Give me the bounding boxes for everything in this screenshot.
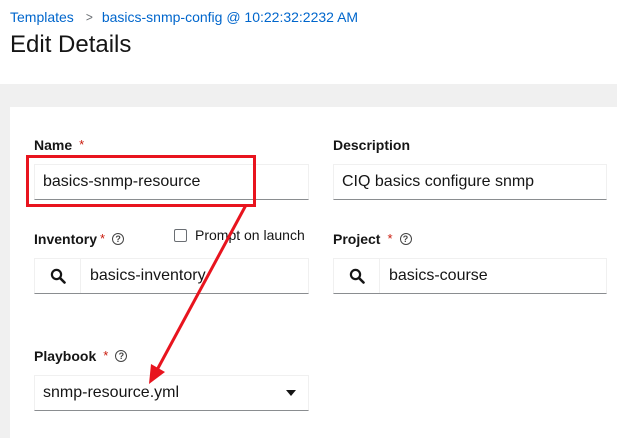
page-title: Edit Details xyxy=(10,31,132,58)
required-asterisk: * xyxy=(103,348,109,363)
project-search-button[interactable] xyxy=(334,259,380,293)
inventory-lookup[interactable]: basics-inventory xyxy=(34,258,309,294)
inventory-label: Inventory * ? xyxy=(34,231,125,247)
search-icon xyxy=(50,268,66,284)
prompt-on-launch-checkbox[interactable]: Prompt on launch xyxy=(174,227,305,243)
name-label: Name * xyxy=(34,137,84,153)
search-icon xyxy=(349,268,365,284)
name-input[interactable]: basics-snmp-resource xyxy=(34,164,309,200)
checkbox-box[interactable] xyxy=(174,228,187,242)
question-circle-icon[interactable]: ? xyxy=(115,350,128,362)
name-label-text: Name xyxy=(34,137,73,153)
project-value: basics-course xyxy=(389,267,488,284)
name-input-value: basics-snmp-resource xyxy=(43,173,201,190)
project-label-text: Project xyxy=(333,231,381,247)
prompt-on-launch-label: Prompt on launch xyxy=(195,227,305,243)
description-label-text: Description xyxy=(333,137,411,153)
playbook-label-text: Playbook xyxy=(34,348,97,364)
question-circle-icon[interactable]: ? xyxy=(112,233,125,245)
description-input[interactable]: CIQ basics configure snmp xyxy=(333,164,607,200)
inventory-value: basics-inventory xyxy=(90,267,206,284)
playbook-select[interactable]: snmp-resource.yml xyxy=(34,375,309,411)
breadcrumb-current: basics-snmp-config @ 10:22:32:2232 AM xyxy=(101,9,359,25)
playbook-select-value: snmp-resource.yml xyxy=(43,384,180,401)
page-header: Templates > basics-snmp-config @ 10:22:3… xyxy=(0,0,617,84)
breadcrumb-link-templates[interactable]: Templates xyxy=(10,9,74,25)
required-asterisk: * xyxy=(387,231,393,246)
inventory-label-text: Inventory xyxy=(34,231,98,247)
description-input-value: CIQ basics configure snmp xyxy=(342,173,535,190)
description-label: Description xyxy=(333,137,410,153)
project-lookup[interactable]: basics-course xyxy=(333,258,607,294)
breadcrumb: Templates > basics-snmp-config @ 10:22:3… xyxy=(10,9,358,25)
required-asterisk: * xyxy=(100,231,106,246)
project-label: Project * ? xyxy=(333,231,412,247)
playbook-label: Playbook * ? xyxy=(34,348,128,364)
required-asterisk: * xyxy=(79,137,85,152)
inventory-search-button[interactable] xyxy=(35,259,81,293)
caret-down-icon xyxy=(286,390,296,396)
chevron-right-icon: > xyxy=(85,9,93,25)
question-circle-icon[interactable]: ? xyxy=(399,233,412,245)
